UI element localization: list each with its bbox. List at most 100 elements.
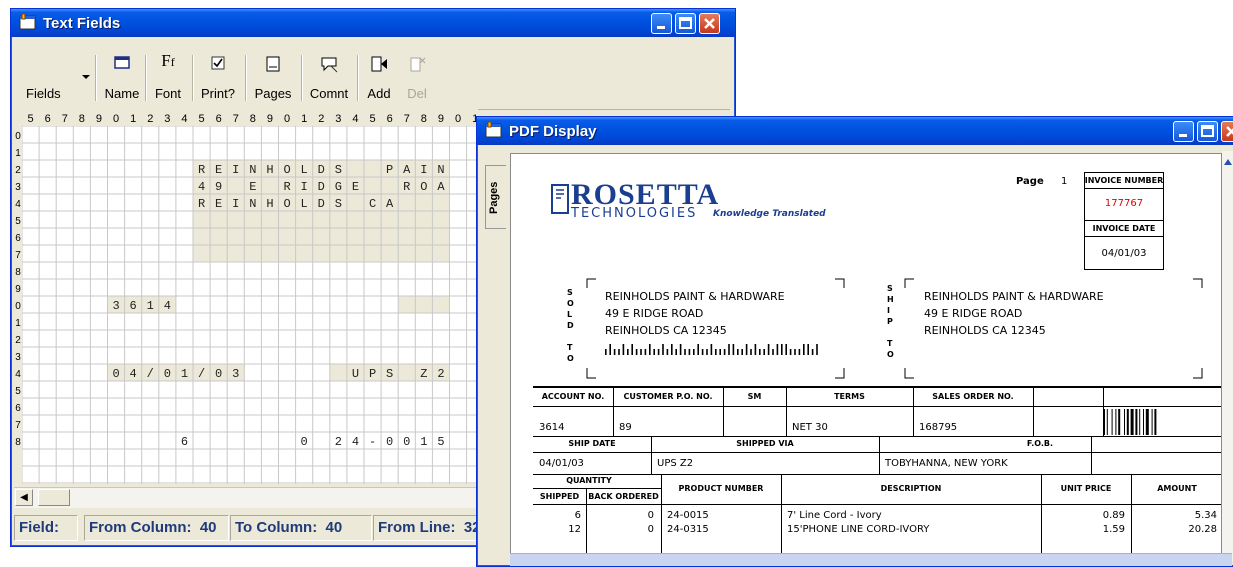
- grid-character[interactable]: 1: [420, 435, 427, 449]
- minimize-button[interactable]: [651, 13, 672, 34]
- grid-character[interactable]: Z: [420, 367, 427, 381]
- grid-character[interactable]: 9: [215, 180, 222, 194]
- grid-character[interactable]: /: [198, 367, 205, 381]
- pages-tab[interactable]: Pages: [485, 165, 506, 229]
- table-divider: [1091, 436, 1092, 474]
- postal-barcode-bar: [653, 349, 655, 355]
- line-product-number: 24-0315: [667, 524, 709, 535]
- grid-character[interactable]: S: [335, 197, 342, 211]
- grid-character[interactable]: H: [266, 163, 273, 177]
- grid-character[interactable]: 4: [198, 180, 205, 194]
- close-button[interactable]: [699, 13, 720, 34]
- grid-character[interactable]: 3: [112, 299, 119, 313]
- grid-character[interactable]: P: [369, 367, 376, 381]
- grid-character[interactable]: D: [318, 180, 325, 194]
- grid-character[interactable]: I: [301, 180, 308, 194]
- grid-character[interactable]: N: [249, 163, 256, 177]
- close-button[interactable]: [1221, 121, 1233, 142]
- pdf-titlebar[interactable]: PDF Display: [477, 117, 1233, 145]
- delete-button[interactable]: Del: [400, 53, 434, 103]
- fields-dropdown-button[interactable]: Fields: [18, 53, 90, 103]
- grid-character[interactable]: 1: [181, 367, 188, 381]
- from-column-status: From Column: 40: [84, 515, 229, 541]
- grid-character[interactable]: E: [215, 197, 222, 211]
- grid-character[interactable]: N: [249, 197, 256, 211]
- grid-character[interactable]: D: [318, 197, 325, 211]
- postal-barcode-bar: [644, 349, 647, 355]
- grid-character[interactable]: A: [437, 180, 445, 194]
- font-button[interactable]: Ff Font: [148, 51, 188, 103]
- grid-canvas[interactable]: 567890123456789012345678901012REINHOLDSP…: [14, 109, 478, 484]
- grid-character[interactable]: E: [352, 180, 359, 194]
- grid-character[interactable]: C: [369, 197, 376, 211]
- grid-character[interactable]: 4: [164, 299, 171, 313]
- grid-character[interactable]: I: [420, 163, 427, 177]
- grid-character[interactable]: 0: [386, 435, 393, 449]
- comment-button[interactable]: Comnt: [305, 53, 353, 103]
- pdf-horizontal-scrollbar[interactable]: [510, 553, 1232, 566]
- grid-character[interactable]: I: [232, 197, 239, 211]
- grid-character[interactable]: D: [318, 163, 325, 177]
- grid-character[interactable]: 0: [301, 435, 308, 449]
- grid-character[interactable]: S: [335, 163, 342, 177]
- grid-character[interactable]: U: [352, 367, 359, 381]
- grid-character[interactable]: A: [403, 163, 411, 177]
- row-number: 7: [15, 420, 21, 431]
- grid-character[interactable]: L: [301, 197, 308, 211]
- grid-character[interactable]: 0: [403, 435, 410, 449]
- maximize-button[interactable]: [675, 13, 696, 34]
- scroll-left-arrow-icon[interactable]: ◀: [15, 489, 33, 506]
- vertical-scrollbar[interactable]: [1222, 151, 1233, 561]
- grid-character[interactable]: 4: [352, 435, 359, 449]
- ship-to-letter: O: [887, 350, 894, 359]
- grid-character[interactable]: R: [283, 180, 290, 194]
- grid-character[interactable]: P: [386, 163, 393, 177]
- sales-order-barcode-bar: [1126, 409, 1129, 435]
- minimize-button[interactable]: [1173, 121, 1194, 142]
- grid-character[interactable]: A: [386, 197, 394, 211]
- grid-character[interactable]: R: [198, 163, 205, 177]
- grid-character[interactable]: G: [335, 180, 342, 194]
- grid-character[interactable]: 3: [232, 367, 239, 381]
- maximize-button[interactable]: [1197, 121, 1218, 142]
- table-divider: [586, 488, 587, 554]
- grid-character[interactable]: R: [198, 197, 205, 211]
- pages-button[interactable]: Pages: [249, 53, 297, 103]
- grid-character[interactable]: -: [369, 435, 376, 449]
- sold-to-letter: L: [567, 310, 573, 319]
- grid-character[interactable]: I: [232, 163, 239, 177]
- grid-character[interactable]: 2: [437, 367, 444, 381]
- grid-character[interactable]: R: [403, 180, 410, 194]
- postal-barcode-bar: [811, 349, 814, 355]
- grid-character[interactable]: 6: [130, 299, 137, 313]
- grid-character[interactable]: O: [420, 180, 427, 194]
- add-button[interactable]: Add: [361, 53, 397, 103]
- grid-character[interactable]: 5: [437, 435, 444, 449]
- scroll-up-arrow-icon[interactable]: [1222, 151, 1233, 171]
- grid-character[interactable]: E: [249, 180, 256, 194]
- grid-character[interactable]: 0: [215, 367, 222, 381]
- grid-character[interactable]: O: [283, 163, 290, 177]
- grid-character[interactable]: S: [386, 367, 393, 381]
- grid-character[interactable]: H: [266, 197, 273, 211]
- character-grid[interactable]: 567890123456789012345678901012REINHOLDSP…: [14, 109, 478, 484]
- grid-character[interactable]: 0: [164, 367, 171, 381]
- text-fields-titlebar[interactable]: Text Fields: [11, 9, 735, 37]
- grid-character[interactable]: 2: [335, 435, 342, 449]
- scroll-thumb[interactable]: [38, 489, 70, 506]
- grid-character[interactable]: 6: [181, 435, 188, 449]
- grid-character[interactable]: N: [437, 163, 444, 177]
- name-button[interactable]: Name: [100, 53, 144, 103]
- field-region[interactable]: [398, 296, 450, 313]
- column-number: 9: [96, 113, 102, 125]
- grid-character[interactable]: L: [301, 163, 308, 177]
- grid-character[interactable]: /: [147, 367, 154, 381]
- horizontal-scrollbar[interactable]: ◀: [14, 487, 478, 508]
- grid-character[interactable]: E: [215, 163, 222, 177]
- grid-character[interactable]: 0: [112, 367, 119, 381]
- print-toggle-button[interactable]: Print?: [196, 53, 240, 103]
- sales-order-barcode-bar: [1115, 409, 1117, 435]
- grid-character[interactable]: 1: [147, 299, 154, 313]
- grid-character[interactable]: 4: [130, 367, 137, 381]
- grid-character[interactable]: O: [283, 197, 290, 211]
